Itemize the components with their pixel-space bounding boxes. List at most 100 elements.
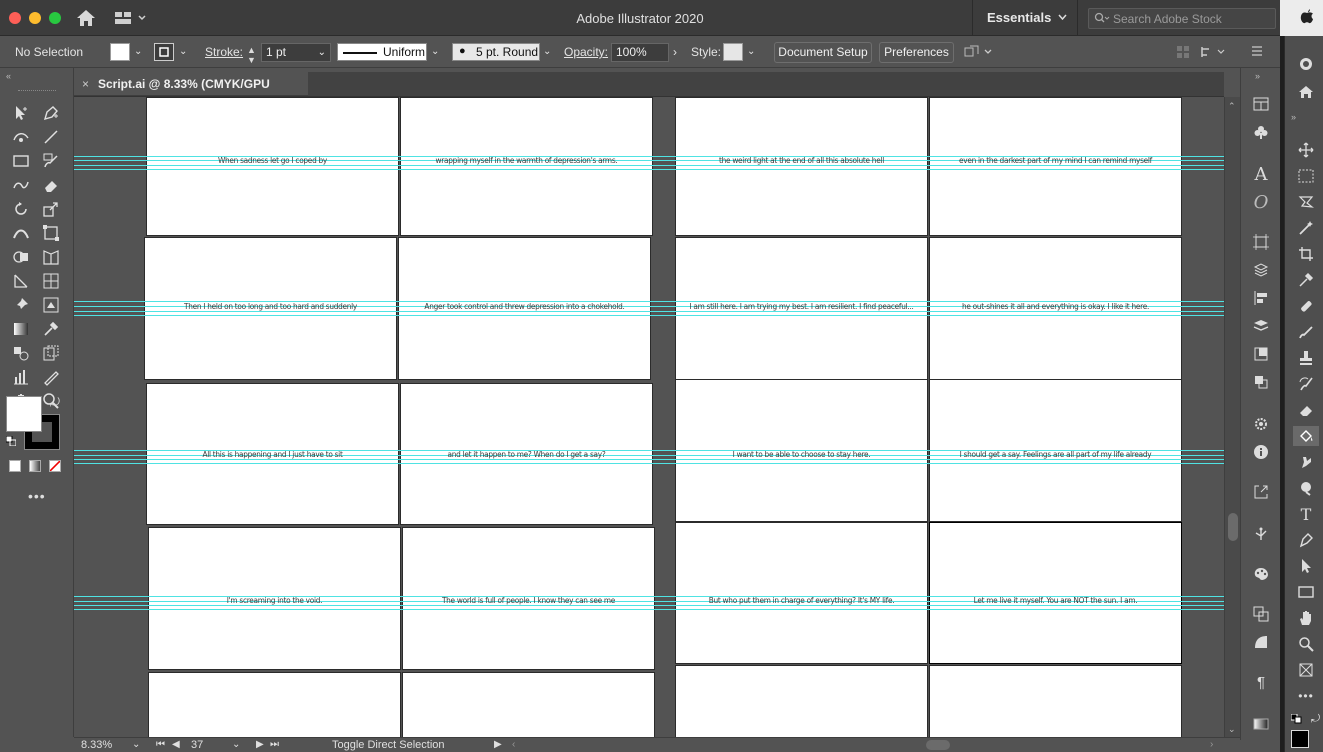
record-icon[interactable] — [1296, 54, 1316, 74]
guide-line[interactable] — [74, 169, 1224, 170]
artboard[interactable] — [675, 97, 928, 236]
scroll-down-icon[interactable]: ⌄ — [1228, 724, 1236, 735]
script-line[interactable]: Then I held on too long and too hard and… — [154, 302, 387, 311]
brush-tool-icon[interactable] — [1296, 322, 1316, 342]
fill-color-front[interactable] — [6, 396, 42, 432]
script-line[interactable]: wrapping myself in the warmth of depress… — [410, 156, 643, 165]
more-tools-icon[interactable]: ••• — [1296, 686, 1316, 706]
style-dropdown-icon[interactable]: ⌄ — [747, 36, 755, 68]
status-menu-icon[interactable]: ▶ — [494, 739, 502, 750]
clone-stamp-icon[interactable] — [1296, 348, 1316, 368]
collapse-dock-icon[interactable]: » — [1255, 71, 1260, 81]
document-setup-button[interactable]: Document Setup — [774, 42, 872, 63]
align-icon[interactable] — [1176, 45, 1190, 61]
color-mode-icon[interactable] — [9, 460, 21, 472]
stroke-label[interactable]: Stroke: — [205, 36, 243, 68]
zoom-window-button[interactable] — [49, 12, 61, 24]
slice-tool-icon[interactable] — [40, 366, 62, 388]
shape-builder-tool-icon[interactable] — [10, 246, 32, 268]
crop-tool-icon[interactable] — [1296, 244, 1316, 264]
guide-line[interactable] — [74, 459, 1224, 460]
artboards-icon[interactable] — [1251, 232, 1271, 252]
eraser-icon[interactable] — [1296, 400, 1316, 420]
free-transform-tool-icon[interactable] — [40, 222, 62, 244]
pathfinder-icon[interactable] — [1251, 372, 1271, 392]
gradient-panel-icon[interactable] — [1251, 632, 1271, 652]
opacity-label[interactable]: Opacity: — [564, 36, 608, 68]
paintbrush-tool-icon[interactable] — [40, 150, 62, 172]
eraser-tool-icon[interactable] — [40, 174, 62, 196]
first-artboard-icon[interactable]: ⏮ — [156, 739, 165, 750]
script-line[interactable]: When sadness let go I coped by — [156, 156, 389, 165]
line-segment-tool-icon[interactable] — [40, 126, 62, 148]
align-panel-icon[interactable] — [1251, 288, 1271, 308]
curvature-tool-icon[interactable] — [10, 126, 32, 148]
script-line[interactable]: and let it happen to me? When do I get a… — [410, 450, 643, 459]
export-icon[interactable] — [1251, 482, 1271, 502]
script-line[interactable]: I'm screaming into the void. — [158, 596, 391, 605]
previous-artboard-icon[interactable]: ◀ — [172, 739, 180, 750]
guide-line[interactable] — [74, 605, 1224, 606]
guide-line[interactable] — [74, 165, 1224, 166]
libraries-icon[interactable] — [1251, 260, 1271, 280]
perspective-grid-tool-icon[interactable] — [40, 246, 62, 268]
zoom-dropdown-icon[interactable]: ⌄ — [132, 739, 140, 750]
magic-wand-icon[interactable] — [1296, 218, 1316, 238]
color-palette-icon[interactable] — [1251, 564, 1271, 584]
stroke-weight-field[interactable]: 1 pt ⌄ — [261, 43, 331, 62]
swap-colors-icon[interactable]: ⤾ — [1311, 713, 1320, 726]
script-line[interactable]: he out-shines it all and everything is o… — [939, 302, 1172, 311]
artboard-canvas[interactable]: When sadness let go I coped by wrapping … — [74, 97, 1224, 737]
artboard-selected[interactable] — [929, 522, 1182, 664]
minimize-window-button[interactable] — [29, 12, 41, 24]
artboard[interactable] — [675, 665, 928, 737]
scroll-left-icon[interactable]: ‹ — [512, 739, 515, 750]
type-tool-icon[interactable]: T — [1296, 504, 1316, 524]
script-line[interactable]: Anger took control and threw depression … — [408, 302, 641, 311]
gradient-mode-icon[interactable] — [29, 460, 41, 472]
default-colors-icon[interactable] — [1291, 714, 1303, 724]
script-line[interactable]: I am still here. I am trying my best. I … — [685, 302, 918, 311]
vertical-scrollbar[interactable]: ⌃ ⌄ — [1224, 97, 1240, 737]
guide-line[interactable] — [74, 311, 1224, 312]
artboard[interactable] — [929, 97, 1182, 236]
chevron-right-icon[interactable]: › — [673, 36, 677, 68]
glyphs-icon[interactable]: O — [1251, 192, 1271, 213]
gradient-tool-icon[interactable] — [10, 318, 32, 340]
shaper-tool-icon[interactable] — [10, 174, 32, 196]
path-selection-icon[interactable] — [1296, 556, 1316, 576]
close-window-button[interactable] — [9, 12, 21, 24]
selection-tool-icon[interactable] — [10, 102, 32, 124]
default-colors-icon[interactable] — [6, 436, 16, 446]
script-line[interactable]: I should get a say. Feelings are all par… — [939, 450, 1172, 459]
settings-gear-icon[interactable] — [1251, 414, 1271, 434]
properties-icon[interactable] — [1251, 94, 1271, 114]
hand-icon[interactable] — [1296, 608, 1316, 628]
panel-menu-icon[interactable] — [1251, 45, 1263, 61]
zoom-level[interactable]: 8.33% — [81, 739, 112, 751]
smudge-tool-icon[interactable] — [1296, 452, 1316, 472]
dodge-tool-icon[interactable] — [1296, 478, 1316, 498]
opacity-field[interactable]: 100% — [611, 43, 669, 62]
pen-icon[interactable] — [1296, 530, 1316, 550]
arrange-documents-icon[interactable] — [114, 10, 150, 26]
gradient-swatch-icon[interactable] — [1251, 714, 1271, 734]
symbols-club-icon[interactable] — [1251, 122, 1271, 142]
foreground-color[interactable] — [1291, 730, 1309, 748]
history-brush-icon[interactable] — [1296, 374, 1316, 394]
document-tab[interactable]: × Script.ai @ 8.33% (CMYK/GPU Preview) — [74, 72, 308, 115]
script-line[interactable]: The world is full of people. I know they… — [412, 596, 645, 605]
expand-icon[interactable]: » — [1291, 112, 1296, 122]
artboard[interactable] — [148, 672, 401, 737]
eyedropper-tool-icon[interactable] — [40, 318, 62, 340]
paragraph-icon[interactable]: ¶ — [1251, 672, 1271, 692]
guide-line[interactable] — [74, 463, 1224, 464]
eyedropper-icon[interactable] — [1296, 270, 1316, 290]
search-adobe-stock-input[interactable]: Search Adobe Stock — [1088, 8, 1276, 29]
marquee-tool-icon[interactable] — [1296, 166, 1316, 186]
zoom-icon[interactable] — [1296, 634, 1316, 654]
gradient-mesh-icon[interactable] — [40, 270, 62, 292]
collapse-panel-icon[interactable]: « — [6, 71, 11, 81]
graphic-style-swatch[interactable] — [723, 43, 743, 61]
profile-dropdown-icon[interactable]: ⌄ — [431, 36, 439, 68]
